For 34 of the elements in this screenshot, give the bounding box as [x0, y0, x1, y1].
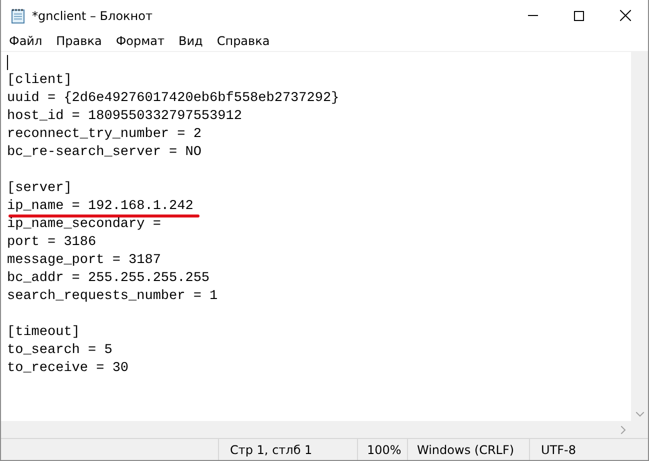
text-line: to_receive = 30	[7, 361, 129, 376]
notepad-icon	[10, 8, 26, 24]
text-line: uuid = {2d6e49276017420eb6bf558eb2737292}	[7, 91, 340, 106]
chevron-down-icon	[636, 412, 644, 417]
menu-item[interactable]: Правка	[49, 32, 109, 50]
text-line: search_requests_number = 1	[7, 289, 218, 304]
text-line: host_id = 1809550332797553912	[7, 109, 242, 124]
maximize-icon	[574, 10, 584, 20]
text-caret	[7, 54, 8, 70]
close-icon	[620, 10, 630, 21]
chevron-right-icon	[621, 426, 626, 434]
menu-item[interactable]: Вид	[172, 32, 210, 50]
cursor-position: Стр 1, стлб 1	[218, 439, 357, 460]
text-line: reconnect_try_number = 2	[7, 127, 202, 142]
vertical-scrollbar[interactable]	[631, 52, 648, 421]
menu-item[interactable]: Файл	[2, 32, 50, 50]
menu-item[interactable]: Справка	[210, 32, 277, 50]
minimize-icon	[528, 15, 538, 16]
text-line: [timeout]	[7, 325, 80, 340]
text-line: bc_addr = 255.255.255.255	[7, 271, 210, 286]
zoom-level: 100%	[357, 439, 407, 460]
horizontal-scrollbar[interactable]	[1, 421, 631, 438]
window-title: *gnclient – Блокнот	[32, 8, 152, 24]
text-line: bc_re-search_server = NO	[7, 145, 202, 160]
text-line: message_port = 3187	[7, 253, 161, 268]
text-line: port = 3186	[7, 235, 96, 250]
text-line: [server]	[7, 181, 72, 196]
line-endings: Windows (CRLF)	[407, 439, 529, 460]
menu-item[interactable]: Формат	[108, 32, 172, 50]
text-line: [client]	[7, 73, 72, 88]
text-line: ip_name_secondary =	[7, 217, 161, 232]
encoding: UTF-8	[529, 439, 648, 460]
text-line: ip_name = 192.168.1.242	[7, 199, 194, 214]
text-line: to_search = 5	[7, 343, 112, 358]
